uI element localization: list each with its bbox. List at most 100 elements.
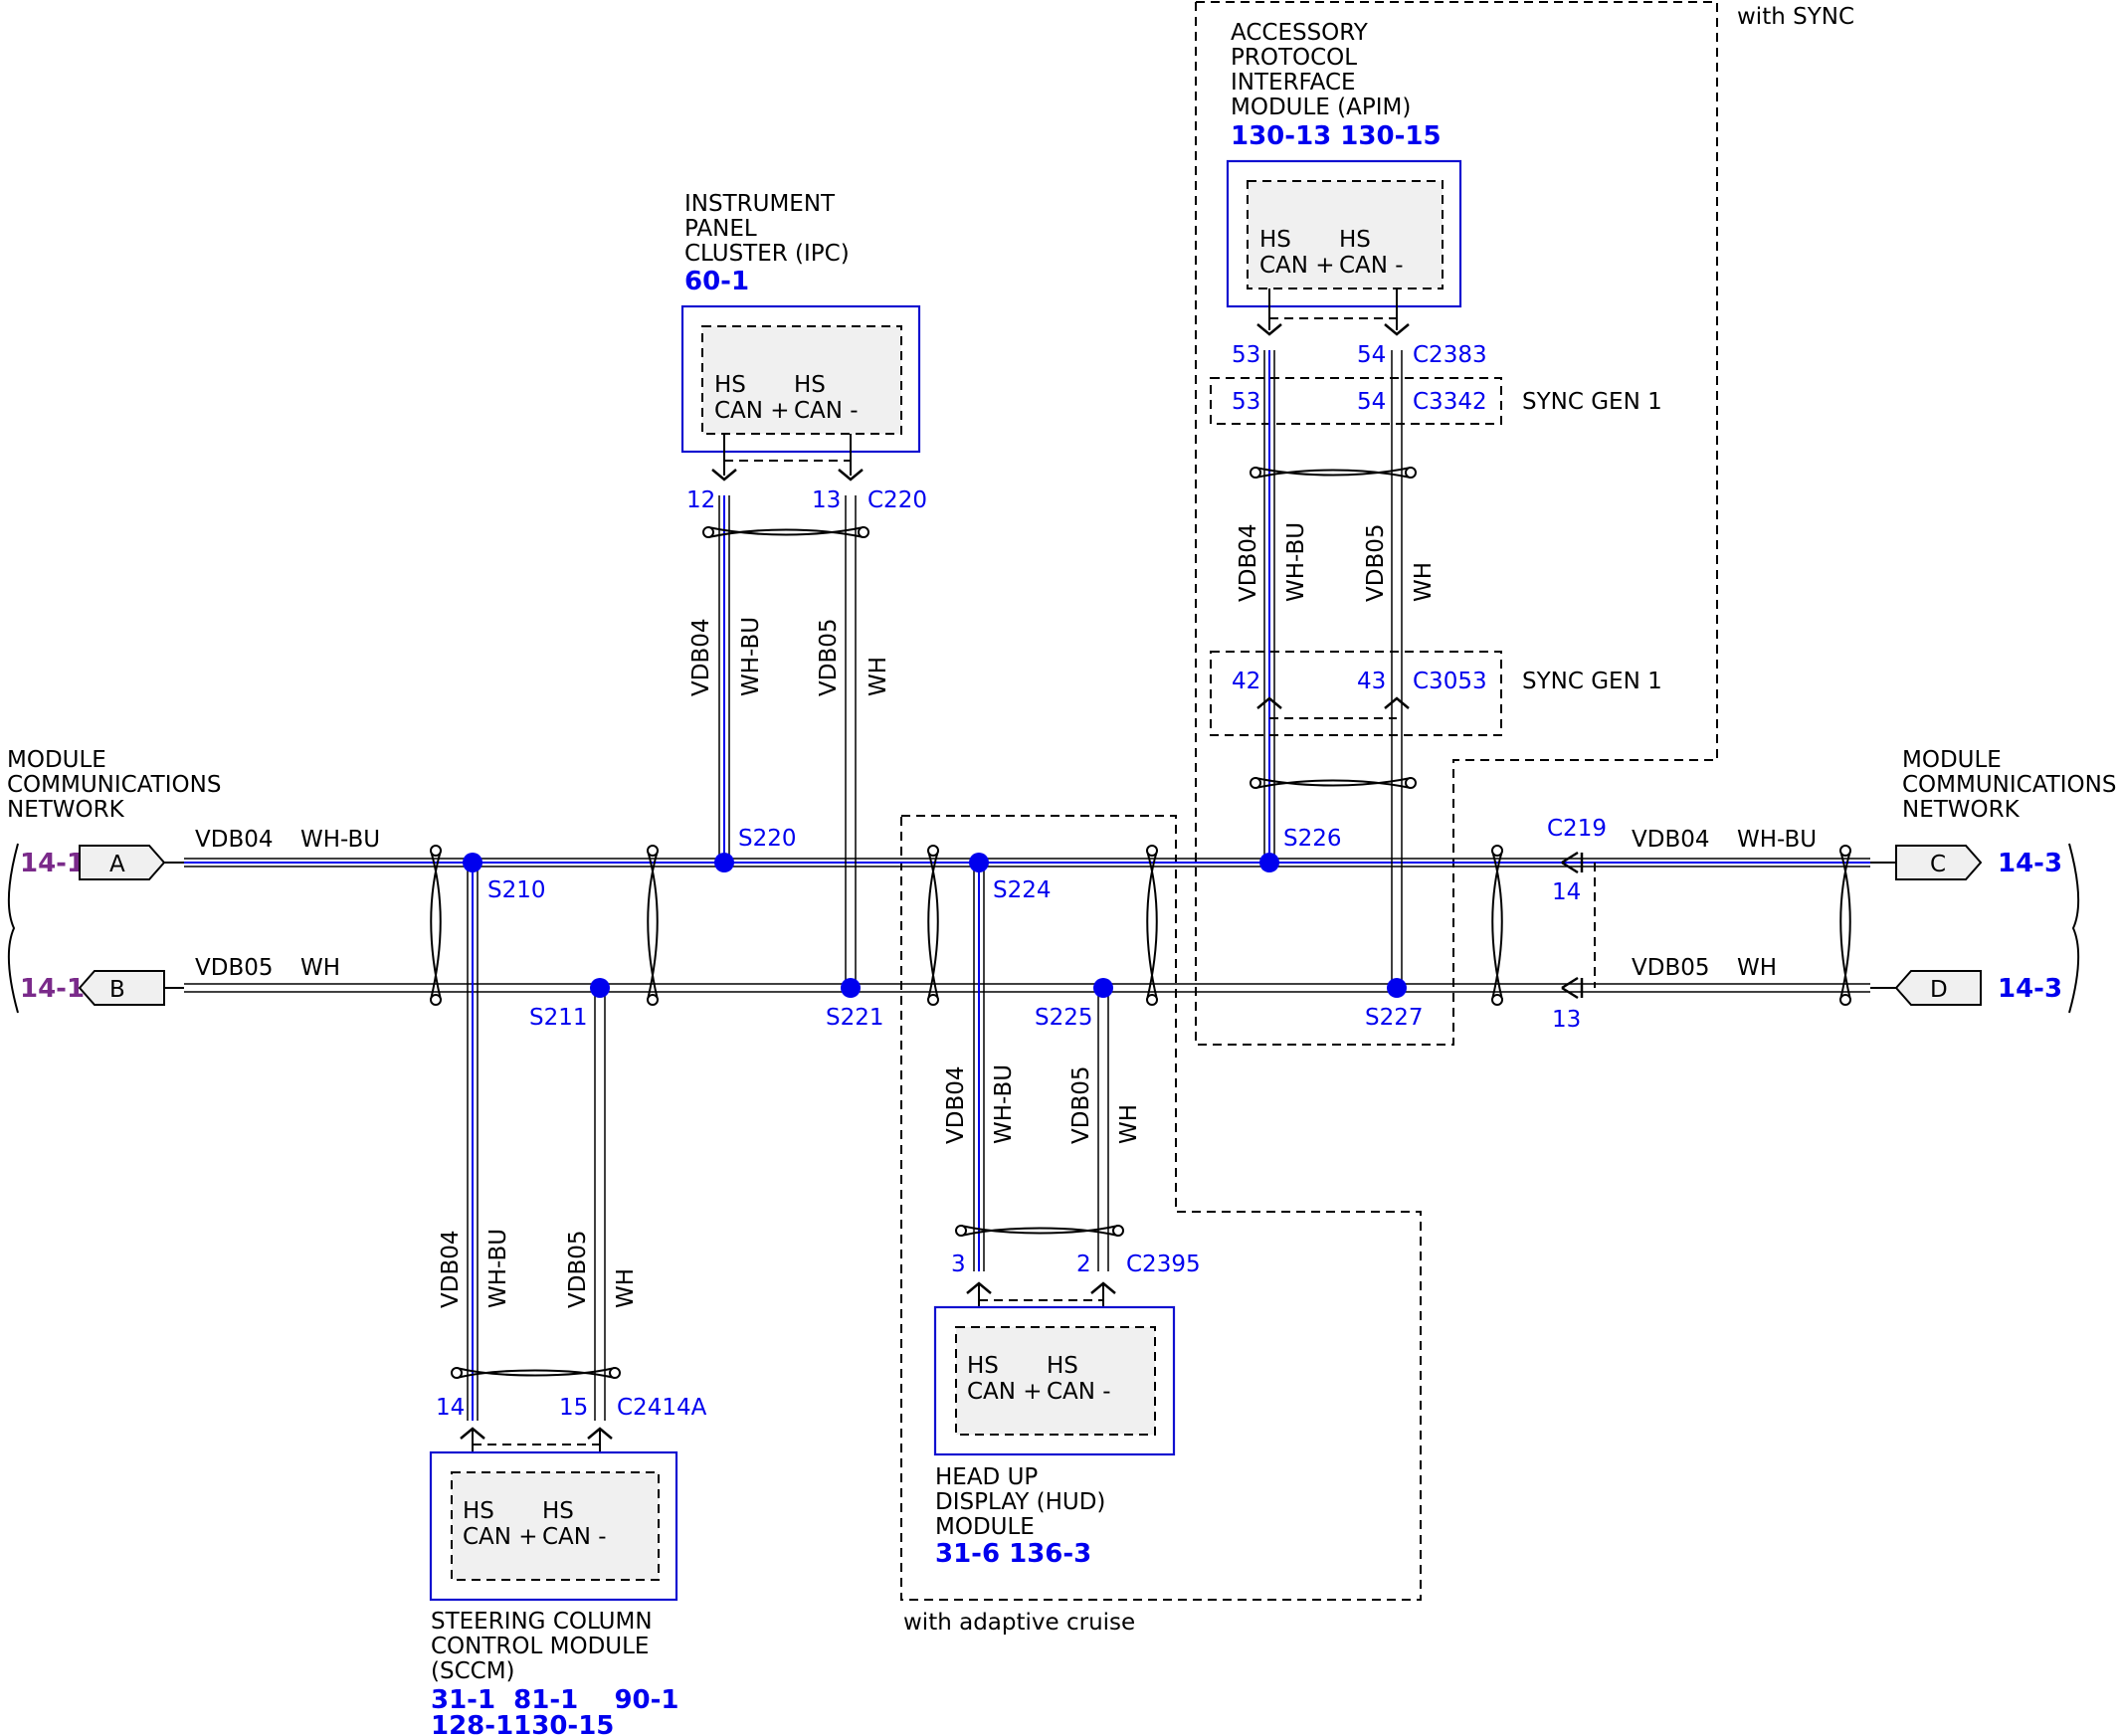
sccm-pin-15: 15 xyxy=(559,1395,588,1421)
apim-pin-can-minus: CAN - xyxy=(1339,253,1404,279)
ipc-wire-wh: WH xyxy=(866,657,891,696)
hud-ref-link[interactable]: 31-6 136-3 xyxy=(935,1539,1091,1569)
sccm-wire-wh: WH xyxy=(613,1268,639,1308)
ipc-wire-wh-bu: WH-BU xyxy=(738,617,764,696)
right-wire-wh: WH xyxy=(1737,955,1777,981)
svg-text:NETWORK: NETWORK xyxy=(1902,797,2021,823)
c219-pin-14: 14 xyxy=(1552,879,1581,905)
left-wire-vdb04: VDB04 xyxy=(195,827,274,853)
sccm-wire-vdb05: VDB05 xyxy=(565,1231,591,1309)
connector-a-letter: A xyxy=(109,852,125,877)
svg-text:S221: S221 xyxy=(826,1005,884,1031)
splice-s221: S221 xyxy=(826,978,884,1031)
svg-text:MODULE: MODULE xyxy=(935,1514,1035,1540)
apim-pin-42-c3053: 42 xyxy=(1232,669,1260,694)
apim-branch-wires xyxy=(1263,350,1403,984)
left-wire-wh-bu: WH-BU xyxy=(300,827,380,853)
svg-text:HEAD UP: HEAD UP xyxy=(935,1464,1038,1490)
svg-text:PANEL: PANEL xyxy=(684,216,757,242)
apim-pin-54-c3342: 54 xyxy=(1357,389,1386,415)
apim-connector-c3342: C3342 xyxy=(1413,389,1487,415)
sccm-wire-vdb04: VDB04 xyxy=(438,1231,464,1309)
right-network-title: MODULE COMMUNICATIONS NETWORK xyxy=(1902,747,2116,823)
connector-a-ref[interactable]: 14-1 xyxy=(20,849,85,878)
svg-text:INSTRUMENT: INSTRUMENT xyxy=(684,191,836,217)
svg-text:S211: S211 xyxy=(529,1005,588,1031)
apim-ref-link[interactable]: 130-13 130-15 xyxy=(1231,121,1442,151)
ipc-wire-vdb05: VDB05 xyxy=(816,619,842,697)
svg-text:PROTOCOL: PROTOCOL xyxy=(1231,45,1357,71)
svg-text:MODULE: MODULE xyxy=(1902,747,2002,773)
connector-d-letter: D xyxy=(1930,977,1948,1003)
splice-s224: S224 xyxy=(969,853,1052,903)
sccm-pin-hs-plus: HS xyxy=(463,1498,494,1524)
hud-pin-hs-minus: HS xyxy=(1047,1353,1078,1379)
splice-s227: S227 xyxy=(1365,978,1424,1031)
hud-wire-vdb05: VDB05 xyxy=(1068,1066,1094,1145)
c219-pin-13: 13 xyxy=(1552,1007,1581,1033)
svg-text:S227: S227 xyxy=(1365,1005,1424,1031)
ipc-twist xyxy=(702,526,869,538)
svg-text:S226: S226 xyxy=(1283,826,1342,852)
svg-text:MODULE: MODULE xyxy=(7,747,106,773)
apim-wire-vdb05: VDB05 xyxy=(1363,524,1389,603)
hud-connector-c2395: C2395 xyxy=(1126,1252,1201,1277)
sccm-title: STEERING COLUMN CONTROL MODULE (SCCM) xyxy=(431,1609,653,1684)
svg-text:MODULE (APIM): MODULE (APIM) xyxy=(1231,95,1411,120)
connector-b-letter: B xyxy=(109,977,125,1003)
ipc-ref-link[interactable]: 60-1 xyxy=(684,267,749,296)
connector-b-ref[interactable]: 14-1 xyxy=(20,974,85,1004)
right-bracket xyxy=(2068,843,2080,1014)
ipc-wire-vdb04: VDB04 xyxy=(688,619,714,697)
svg-text:CONTROL MODULE: CONTROL MODULE xyxy=(431,1634,649,1659)
wiring-diagram: with SYNC with adaptive cruise MODULE CO… xyxy=(7,1,2116,1736)
splice-s225: S225 xyxy=(1035,978,1113,1031)
apim-connector-c2383: C2383 xyxy=(1413,342,1487,368)
sync-gen1-label-c3342: SYNC GEN 1 xyxy=(1522,389,1662,415)
sccm-branch-wires xyxy=(467,863,606,1421)
apim-pin-hs-plus: HS xyxy=(1259,227,1291,253)
hud-wire-vdb04: VDB04 xyxy=(943,1066,969,1145)
apim-pin-53-c2383: 53 xyxy=(1232,342,1260,368)
hud-pin-2: 2 xyxy=(1076,1252,1091,1277)
svg-text:S225: S225 xyxy=(1035,1005,1093,1031)
connector-d-ref[interactable]: 14-3 xyxy=(1998,974,2062,1004)
c219-terminals xyxy=(1561,851,1584,1000)
apim-title: ACCESSORY PROTOCOL INTERFACE MODULE (API… xyxy=(1231,20,1411,120)
apim-wire-wh: WH xyxy=(1411,562,1437,602)
hud-pin-can-minus: CAN - xyxy=(1047,1379,1111,1405)
sccm-pin-can-minus: CAN - xyxy=(542,1524,607,1550)
svg-text:S210: S210 xyxy=(487,877,546,903)
connector-c-ref[interactable]: 14-3 xyxy=(1998,849,2062,878)
svg-text:(SCCM): (SCCM) xyxy=(431,1658,515,1684)
ipc-connector-c220: C220 xyxy=(867,487,927,513)
bus-twists xyxy=(430,845,1851,1006)
hud-pin-hs-plus: HS xyxy=(967,1353,999,1379)
svg-text:S224: S224 xyxy=(993,877,1052,903)
apim-pin-54-c2383: 54 xyxy=(1357,342,1386,368)
svg-text:ACCESSORY: ACCESSORY xyxy=(1231,20,1369,46)
left-wire-wh: WH xyxy=(300,955,340,981)
splice-s211: S211 xyxy=(529,978,610,1031)
svg-text:S220: S220 xyxy=(738,826,797,852)
hud-pin-can-plus: CAN + xyxy=(967,1379,1043,1405)
splice-s226: S226 xyxy=(1259,826,1342,872)
apim-twist-lower xyxy=(1250,777,1417,789)
right-wire-vdb04: VDB04 xyxy=(1632,827,1710,853)
left-network-title: MODULE COMMUNICATIONS NETWORK xyxy=(7,747,221,823)
svg-text:INTERFACE: INTERFACE xyxy=(1231,70,1356,96)
apim-pin-can-plus: CAN + xyxy=(1259,253,1335,279)
ipc-pin-12: 12 xyxy=(686,487,715,513)
right-wire-wh-bu: WH-BU xyxy=(1737,827,1817,853)
sccm-ref-link-row2[interactable]: 128-1130-15 xyxy=(431,1711,614,1736)
ipc-pin-can-plus: CAN + xyxy=(714,398,790,424)
sync-option-label: with SYNC xyxy=(1737,4,1854,30)
ipc-pin-can-minus: CAN - xyxy=(794,398,859,424)
left-wire-vdb05: VDB05 xyxy=(195,955,274,981)
ipc-pin-hs-minus: HS xyxy=(794,372,826,398)
right-wire-vdb05: VDB05 xyxy=(1632,955,1710,981)
apim-pin-hs-minus: HS xyxy=(1339,227,1371,253)
c219-label: C219 xyxy=(1547,816,1607,842)
splice-s210: S210 xyxy=(463,853,546,903)
apim-connector-c3053: C3053 xyxy=(1413,669,1487,694)
